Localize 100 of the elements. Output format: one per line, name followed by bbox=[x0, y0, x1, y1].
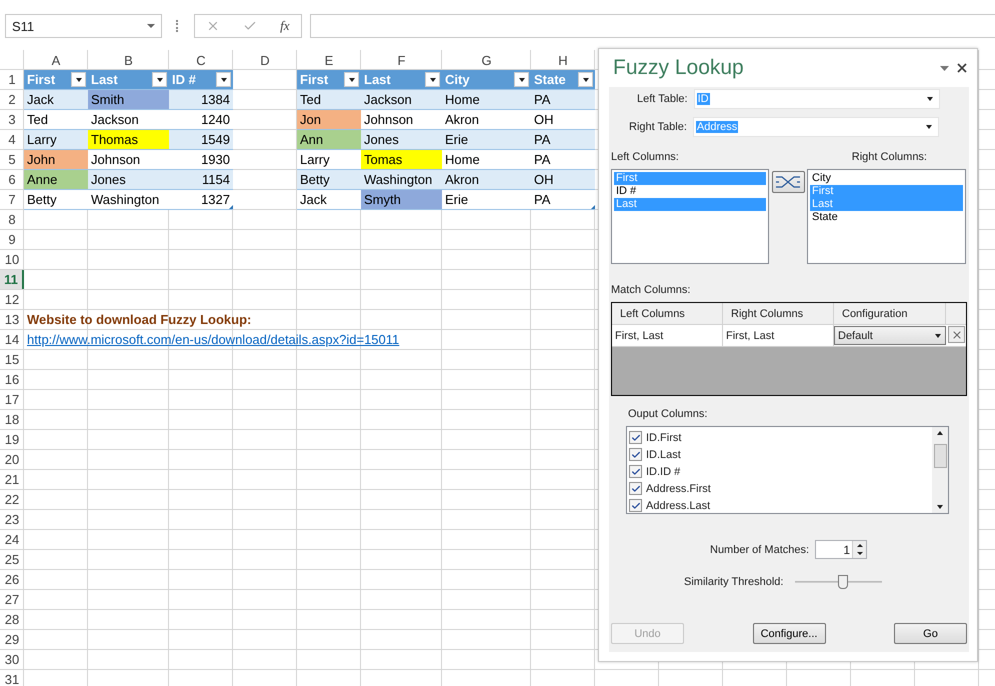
table-cell: Ted bbox=[24, 110, 88, 130]
download-link[interactable]: http://www.microsoft.com/en-us/download/details.aspx?id=15011 bbox=[27, 332, 400, 347]
row-header[interactable]: 14 bbox=[0, 330, 24, 349]
row-header[interactable]: 19 bbox=[0, 430, 24, 449]
table-cell: PA bbox=[531, 190, 595, 210]
column-header[interactable]: G bbox=[442, 50, 531, 70]
column-header[interactable]: A bbox=[24, 50, 88, 70]
row-header[interactable]: 16 bbox=[0, 370, 24, 389]
name-box[interactable]: S11 bbox=[5, 14, 162, 38]
configuration-dropdown[interactable]: Default bbox=[834, 326, 946, 345]
filter-button[interactable] bbox=[514, 72, 529, 87]
table-cell: Jack bbox=[24, 90, 88, 110]
table-label: Right Table: bbox=[629, 121, 687, 133]
table-cell: Jones bbox=[88, 170, 169, 190]
filter-button[interactable] bbox=[425, 72, 440, 87]
row-header[interactable]: 11 bbox=[0, 270, 24, 289]
row-header[interactable]: 8 bbox=[0, 210, 24, 229]
row-header[interactable]: 6 bbox=[0, 170, 24, 189]
checkbox[interactable] bbox=[629, 465, 642, 478]
checkbox-label: Address.First bbox=[646, 482, 711, 494]
filter-button[interactable] bbox=[71, 72, 86, 87]
caret-icon[interactable] bbox=[147, 24, 155, 28]
table-cell: 1930 bbox=[169, 150, 233, 170]
filter-button[interactable] bbox=[344, 72, 359, 87]
list-item[interactable]: ID # bbox=[614, 185, 766, 198]
delete-button[interactable] bbox=[948, 326, 965, 343]
checkbox-label: ID.ID # bbox=[646, 466, 680, 478]
column-header[interactable]: B bbox=[88, 50, 169, 70]
row-header[interactable]: 21 bbox=[0, 470, 24, 489]
table-cell: Larry bbox=[24, 130, 88, 150]
list-item[interactable]: City bbox=[810, 172, 963, 185]
checkbox[interactable] bbox=[629, 448, 642, 461]
table-cell: Jones bbox=[361, 130, 442, 150]
x-icon bbox=[950, 328, 962, 340]
row-header[interactable]: 26 bbox=[0, 570, 24, 589]
column-header[interactable]: E bbox=[297, 50, 361, 70]
close-icon[interactable] bbox=[957, 63, 967, 73]
row-header[interactable]: 5 bbox=[0, 150, 24, 169]
filter-button[interactable] bbox=[578, 72, 593, 87]
slider-thumb[interactable] bbox=[838, 575, 848, 589]
filter-button[interactable] bbox=[216, 72, 231, 87]
table-cell: OH bbox=[531, 170, 595, 190]
grid-header: Configuration bbox=[834, 303, 946, 324]
row-header[interactable]: 1 bbox=[0, 70, 24, 89]
number-spinner[interactable]: 1 bbox=[815, 540, 868, 559]
row-header[interactable]: 28 bbox=[0, 610, 24, 629]
formula-input[interactable] bbox=[310, 14, 995, 38]
table-cell: Johnson bbox=[361, 110, 442, 130]
header-label: Last bbox=[364, 72, 391, 87]
row-header[interactable]: 22 bbox=[0, 490, 24, 509]
row-header[interactable]: 23 bbox=[0, 510, 24, 529]
row-header[interactable]: 7 bbox=[0, 190, 24, 209]
list-item[interactable]: State bbox=[810, 211, 963, 224]
table-cell: Anne bbox=[24, 170, 88, 190]
join-button[interactable] bbox=[772, 171, 804, 193]
table-cell: Ann bbox=[297, 130, 361, 150]
checkbox[interactable] bbox=[629, 499, 642, 512]
list-label: Right Columns: bbox=[852, 151, 927, 163]
column-header[interactable]: C bbox=[169, 50, 233, 70]
heading-text: Website to download Fuzzy Lookup: bbox=[27, 312, 252, 327]
row-header[interactable]: 24 bbox=[0, 530, 24, 549]
field-label: Similarity Threshold: bbox=[684, 576, 784, 588]
scrollbar[interactable] bbox=[932, 427, 948, 513]
row-header[interactable]: 29 bbox=[0, 630, 24, 649]
table-cell: PA bbox=[531, 90, 595, 110]
checkbox-label: Address.Last bbox=[646, 500, 710, 512]
field-label: Number of Matches: bbox=[710, 544, 810, 556]
header-label: First bbox=[300, 72, 328, 87]
row-header[interactable]: 10 bbox=[0, 250, 24, 269]
column-header[interactable]: D bbox=[233, 50, 297, 70]
row-header[interactable]: 18 bbox=[0, 410, 24, 429]
row-header[interactable]: 30 bbox=[0, 650, 24, 669]
table-cell: Jackson bbox=[88, 110, 169, 130]
row-header[interactable]: 27 bbox=[0, 590, 24, 609]
table-cell: Johnson bbox=[88, 150, 169, 170]
row-header[interactable]: 12 bbox=[0, 290, 24, 309]
pane-menu-icon[interactable] bbox=[940, 66, 949, 70]
row-header[interactable]: 13 bbox=[0, 310, 24, 329]
checkbox[interactable] bbox=[629, 431, 642, 444]
pane-title: Fuzzy Lookup bbox=[613, 56, 744, 80]
filter-button[interactable] bbox=[152, 72, 167, 87]
row-header[interactable]: 20 bbox=[0, 450, 24, 469]
column-header[interactable]: F bbox=[361, 50, 442, 70]
column-header[interactable]: H bbox=[531, 50, 595, 70]
row-header[interactable]: 17 bbox=[0, 390, 24, 409]
table-cell: Washington bbox=[88, 190, 169, 210]
row-header[interactable]: 9 bbox=[0, 230, 24, 249]
row-header[interactable]: 4 bbox=[0, 130, 24, 149]
action-button[interactable]: Configure... bbox=[752, 623, 826, 644]
insert-function-button[interactable]: fx bbox=[280, 18, 290, 34]
checkbox[interactable] bbox=[629, 482, 642, 495]
table-cell: Akron bbox=[442, 110, 531, 130]
table-cell: Jack bbox=[297, 190, 361, 210]
row-header[interactable]: 15 bbox=[0, 350, 24, 369]
row-header[interactable]: 3 bbox=[0, 110, 24, 129]
row-header[interactable]: 2 bbox=[0, 90, 24, 109]
row-header[interactable]: 31 bbox=[0, 670, 24, 686]
resize-handle-icon[interactable] bbox=[229, 205, 233, 209]
row-header[interactable]: 25 bbox=[0, 550, 24, 569]
action-button[interactable]: Go bbox=[894, 623, 967, 644]
